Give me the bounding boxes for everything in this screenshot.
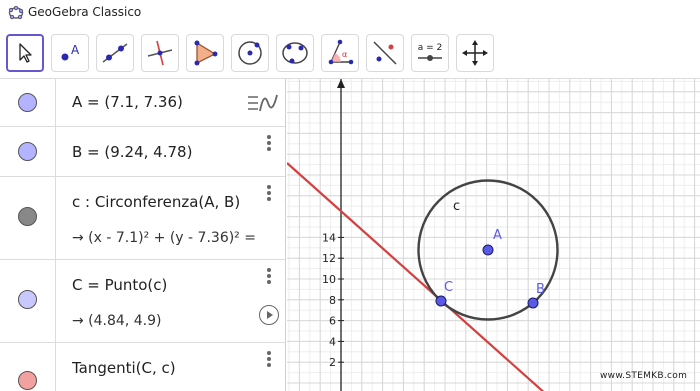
toolbar: A α a = 2 bbox=[0, 26, 700, 78]
watermark: www.STEMKB.com bbox=[600, 371, 688, 381]
circle-c-definition[interactable]: c : Circonferenza(A, B) bbox=[72, 193, 240, 211]
alpha-label: α bbox=[342, 50, 347, 59]
graphics-canvas[interactable]: 2 4 6 8 10 12 14 c A B C bbox=[287, 79, 700, 391]
circle-c-label: c bbox=[453, 199, 460, 214]
move-graphics-tool-button[interactable] bbox=[456, 34, 494, 72]
more-options-icon[interactable] bbox=[266, 135, 272, 153]
point-C-label: C bbox=[444, 280, 453, 295]
window-title: GeoGebra Classico bbox=[28, 5, 142, 19]
point-A-label: A bbox=[493, 228, 502, 243]
more-options-icon[interactable] bbox=[266, 351, 272, 369]
y-tick-label: 6 bbox=[329, 315, 336, 328]
style-bar-toggle-icon[interactable] bbox=[244, 85, 282, 123]
algebra-row-tangenti[interactable]: Tangenti(C, c) bbox=[0, 343, 285, 391]
visibility-marker[interactable] bbox=[0, 127, 56, 176]
polygon-icon bbox=[194, 40, 218, 66]
circle-center-icon bbox=[238, 41, 262, 65]
algebra-row-A[interactable]: A = (7.1, 7.36) bbox=[0, 79, 285, 127]
point-C-visibility-dot[interactable] bbox=[18, 290, 37, 309]
tangent-visibility-dot[interactable] bbox=[18, 371, 37, 390]
algebra-row-c[interactable]: c : Circonferenza(A, B) → (x - 7.1)² + (… bbox=[0, 177, 285, 260]
y-axis-arrow bbox=[337, 79, 345, 88]
point-A-definition[interactable]: A = (7.1, 7.36) bbox=[72, 93, 183, 111]
angle-icon: α bbox=[328, 39, 354, 65]
point-tool-button[interactable]: A bbox=[51, 34, 89, 72]
circle-center-point-tool-button[interactable] bbox=[231, 34, 269, 72]
circle-c-visibility-dot[interactable] bbox=[18, 207, 37, 226]
more-options-icon[interactable] bbox=[266, 268, 272, 286]
cursor-arrow-icon bbox=[19, 43, 32, 63]
perpendicular-line-icon bbox=[147, 40, 173, 66]
point-B-definition[interactable]: B = (9.24, 4.78) bbox=[72, 143, 192, 161]
point-B-label: B bbox=[536, 282, 545, 297]
title-bar: GeoGebra Classico bbox=[0, 0, 700, 26]
algebra-row-C[interactable]: C = Punto(c) → (4.84, 4.9) bbox=[0, 260, 285, 343]
circle-three-points-tool-button[interactable] bbox=[276, 34, 314, 72]
circle-c-equation: → (x - 7.1)² + (y - 7.36)² = bbox=[72, 230, 256, 246]
point-B-visibility-dot[interactable] bbox=[18, 142, 37, 161]
algebra-row-B[interactable]: B = (9.24, 4.78) bbox=[0, 127, 285, 177]
svg-text:A: A bbox=[71, 43, 80, 57]
polygon-tool-button[interactable] bbox=[186, 34, 224, 72]
point-C[interactable] bbox=[435, 295, 447, 307]
slider-icon: a = 2 bbox=[418, 43, 443, 61]
angle-tool-button[interactable]: α bbox=[321, 34, 359, 72]
y-tick-label: 14 bbox=[322, 231, 336, 244]
y-tick-label: 10 bbox=[322, 273, 336, 286]
tangent-definition[interactable]: Tangenti(C, c) bbox=[72, 359, 176, 377]
point-C-definition[interactable]: C = Punto(c) bbox=[72, 276, 167, 294]
move-tool-button[interactable] bbox=[6, 34, 44, 72]
visibility-marker[interactable] bbox=[0, 79, 56, 126]
slider-label: a = 2 bbox=[418, 43, 443, 53]
y-tick-label: 8 bbox=[329, 294, 336, 307]
point-a-icon: A bbox=[61, 43, 80, 61]
reflect-tool-button[interactable] bbox=[366, 34, 404, 72]
visibility-marker[interactable] bbox=[0, 177, 56, 259]
point-B[interactable] bbox=[527, 297, 539, 309]
visibility-marker[interactable] bbox=[0, 260, 56, 342]
point-A-visibility-dot[interactable] bbox=[18, 93, 37, 112]
reflect-icon bbox=[373, 41, 397, 65]
circle-three-points-icon bbox=[282, 42, 308, 64]
point-C-value: → (4.84, 4.9) bbox=[72, 313, 162, 329]
more-options-icon[interactable] bbox=[266, 185, 272, 203]
y-tick-label: 4 bbox=[329, 335, 336, 348]
y-tick-label: 2 bbox=[329, 356, 336, 369]
geogebra-logo-icon bbox=[8, 6, 24, 20]
line-through-points-icon bbox=[102, 43, 128, 63]
y-tick-label: 12 bbox=[322, 252, 336, 265]
point-A[interactable] bbox=[482, 244, 494, 256]
graphics-view[interactable]: 2 4 6 8 10 12 14 c A B C bbox=[287, 79, 700, 391]
perpendicular-tool-button[interactable] bbox=[141, 34, 179, 72]
slider-tool-button[interactable]: a = 2 bbox=[411, 34, 449, 72]
line-tool-button[interactable] bbox=[96, 34, 134, 72]
visibility-marker[interactable] bbox=[0, 343, 56, 391]
algebra-view: A = (7.1, 7.36) B = (9.24, 4.78) c : Cir… bbox=[0, 79, 286, 391]
move-graphics-icon bbox=[462, 40, 488, 66]
animation-play-icon[interactable] bbox=[259, 305, 279, 325]
